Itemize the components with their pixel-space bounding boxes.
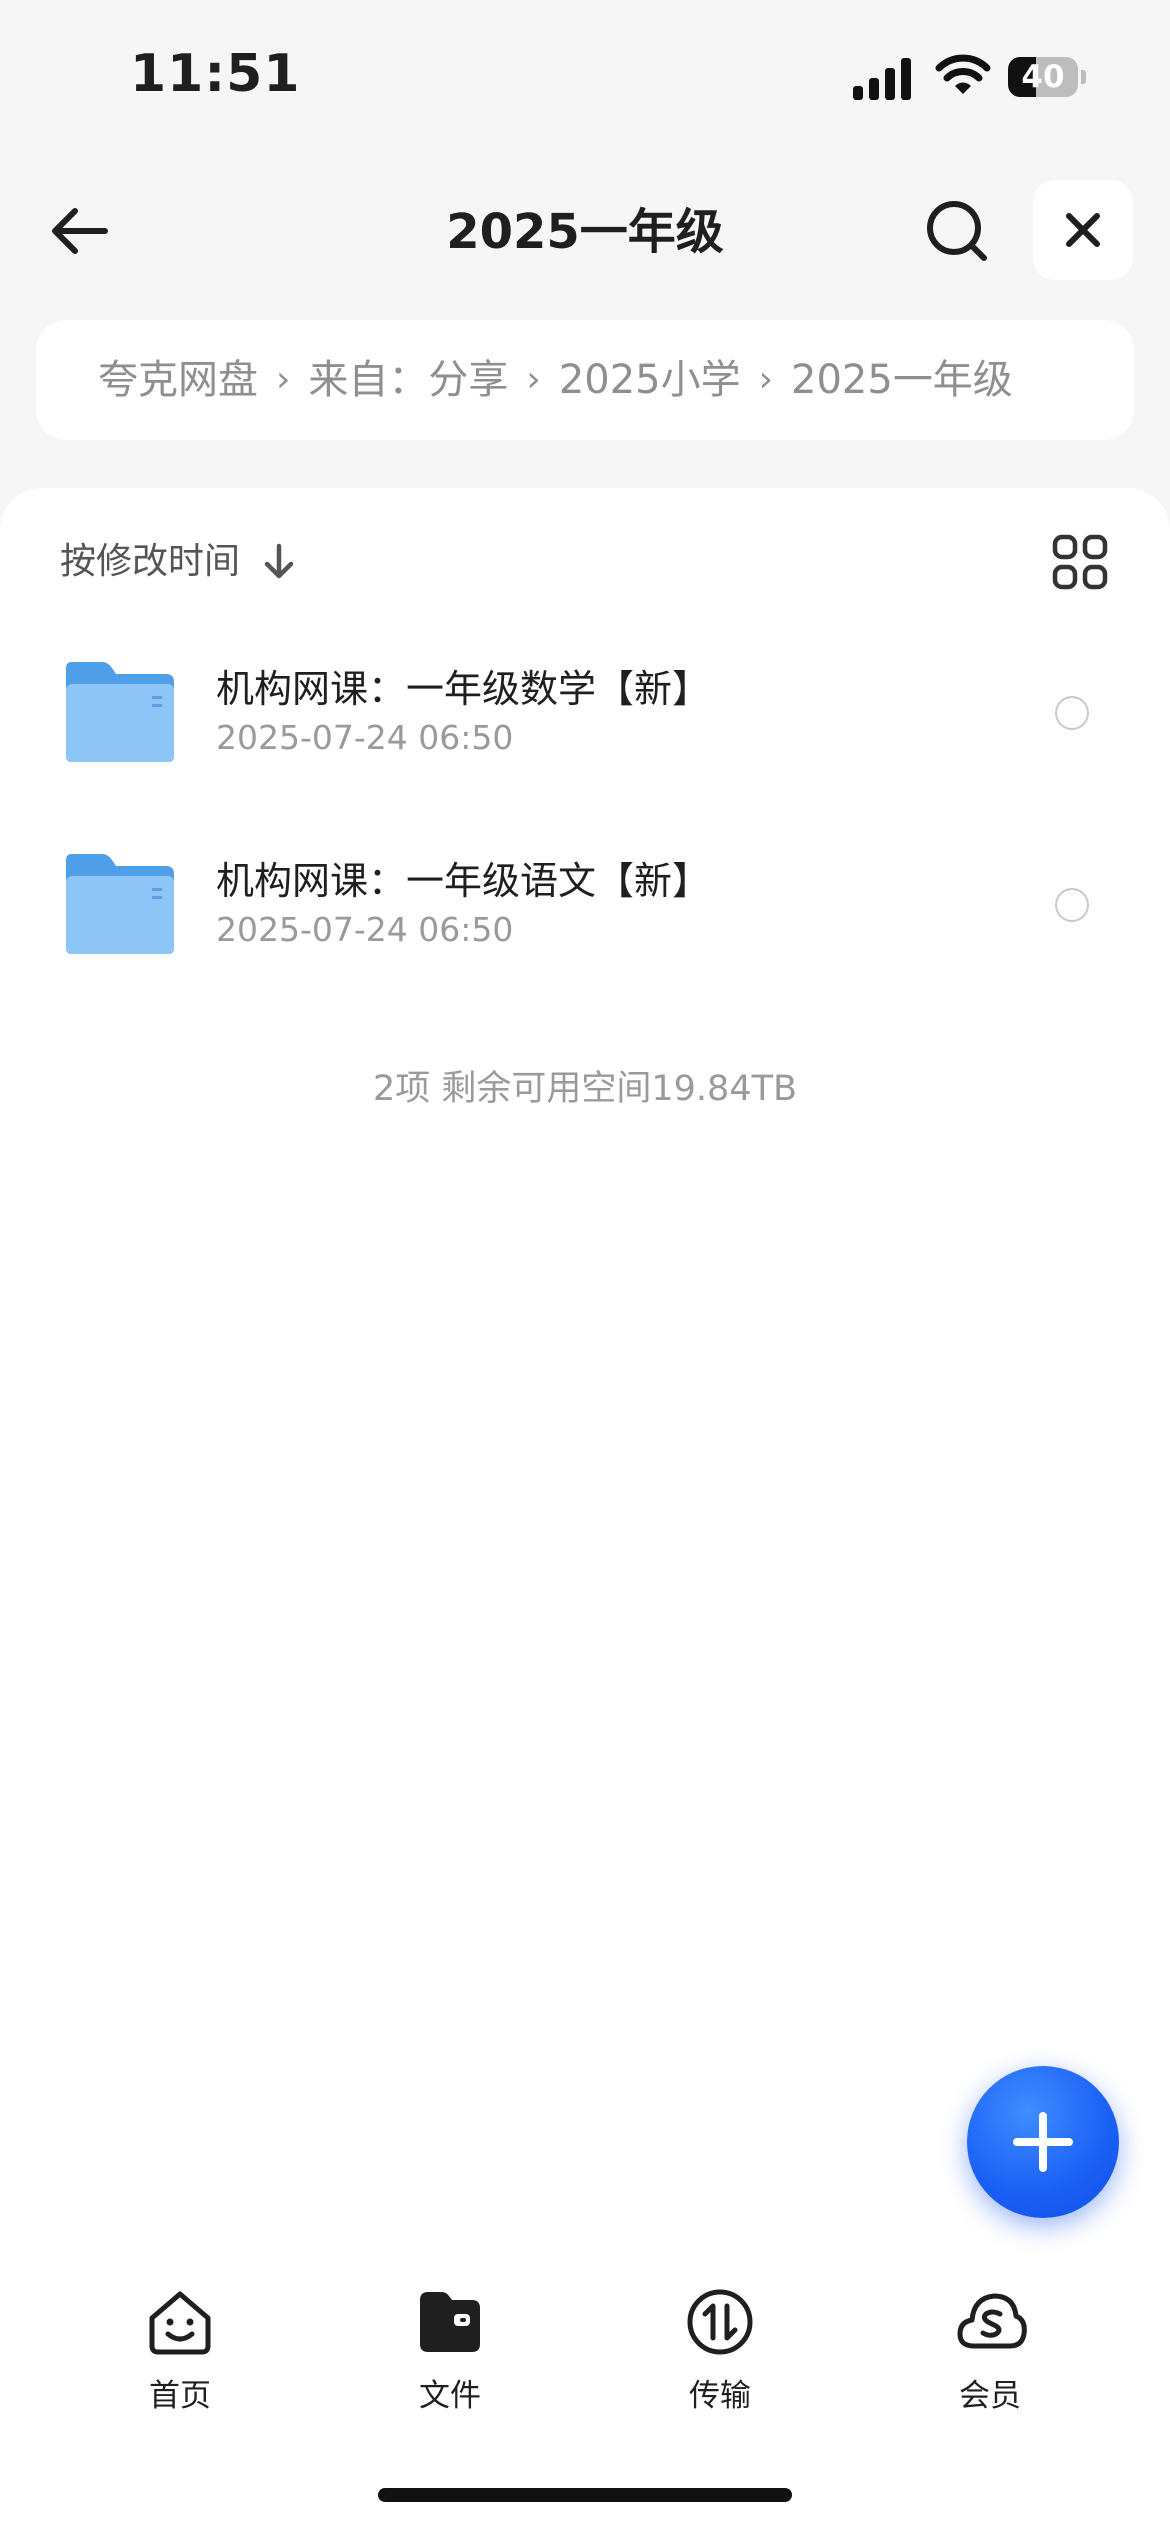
chevron-right-icon: › xyxy=(526,359,541,400)
folder-icon xyxy=(66,854,174,954)
file-date: 2025-07-24 06:50 xyxy=(216,718,514,757)
wifi-icon xyxy=(935,54,991,94)
breadcrumb-item-root[interactable]: 夸克网盘 xyxy=(98,320,258,440)
cloud-member-icon xyxy=(957,2293,1027,2349)
home-indicator[interactable] xyxy=(378,2488,792,2502)
tab-home[interactable]: 首页 xyxy=(110,2288,250,2418)
sort-control[interactable]: 按修改时间 xyxy=(60,532,296,592)
select-radio[interactable] xyxy=(1055,888,1089,922)
grid-view-icon[interactable] xyxy=(1050,532,1110,592)
breadcrumb-item-primary[interactable]: 2025小学 xyxy=(559,320,741,440)
chevron-right-icon: › xyxy=(758,359,774,400)
status-bar: 11:51 40 xyxy=(0,0,1170,150)
plus-icon xyxy=(1013,2112,1073,2172)
chevron-right-icon: › xyxy=(276,359,291,400)
tab-label: 传输 xyxy=(689,2378,751,2414)
breadcrumb-item-current: 2025一年级 xyxy=(791,357,1013,403)
battery-level: 40 xyxy=(1021,59,1065,95)
select-radio[interactable] xyxy=(1055,696,1089,730)
file-name: 机构网课：一年级语文【新】 xyxy=(216,859,711,903)
close-icon xyxy=(1066,213,1100,247)
transfer-icon xyxy=(687,2289,753,2355)
cellular-signal-icon xyxy=(853,58,911,100)
search-icon[interactable] xyxy=(922,196,994,268)
tab-bar: 首页 文件 传输 会员 xyxy=(0,2276,1170,2436)
tab-label: 文件 xyxy=(419,2378,481,2414)
close-button[interactable] xyxy=(1033,180,1133,280)
arrow-down-icon xyxy=(264,543,294,579)
list-item[interactable]: 机构网课：一年级语文【新】 2025-07-24 06:50 xyxy=(0,812,1170,992)
storage-summary: 2项 剩余可用空间19.84TB xyxy=(373,1069,797,1109)
file-list-panel: 按修改时间 机构网课：一年级数学【新】 2025-07-24 06:50 机构网… xyxy=(0,488,1170,2532)
tab-member[interactable]: 会员 xyxy=(920,2288,1060,2418)
folder-icon xyxy=(420,2292,480,2352)
tab-files[interactable]: 文件 xyxy=(380,2288,520,2418)
list-item[interactable]: 机构网课：一年级数学【新】 2025-07-24 06:50 xyxy=(0,620,1170,800)
tab-label: 会员 xyxy=(959,2378,1021,2414)
sort-label: 按修改时间 xyxy=(60,541,241,582)
folder-icon xyxy=(66,662,174,762)
battery-indicator: 40 xyxy=(1008,57,1086,97)
status-time: 11:51 xyxy=(130,44,301,104)
tab-transfer[interactable]: 传输 xyxy=(650,2288,790,2418)
file-date: 2025-07-24 06:50 xyxy=(216,910,514,949)
breadcrumb-item-shared[interactable]: 来自：分享 xyxy=(308,320,508,440)
file-name: 机构网课：一年级数学【新】 xyxy=(216,667,711,711)
breadcrumb: 夸克网盘 › 来自：分享 › 2025小学 › 2025一年级 xyxy=(36,320,1134,440)
back-arrow-icon[interactable] xyxy=(45,195,117,267)
face-home-icon xyxy=(149,2291,211,2355)
page-title: 2025一年级 xyxy=(446,204,724,260)
tab-label: 首页 xyxy=(149,2378,211,2414)
add-button[interactable] xyxy=(967,2066,1119,2218)
